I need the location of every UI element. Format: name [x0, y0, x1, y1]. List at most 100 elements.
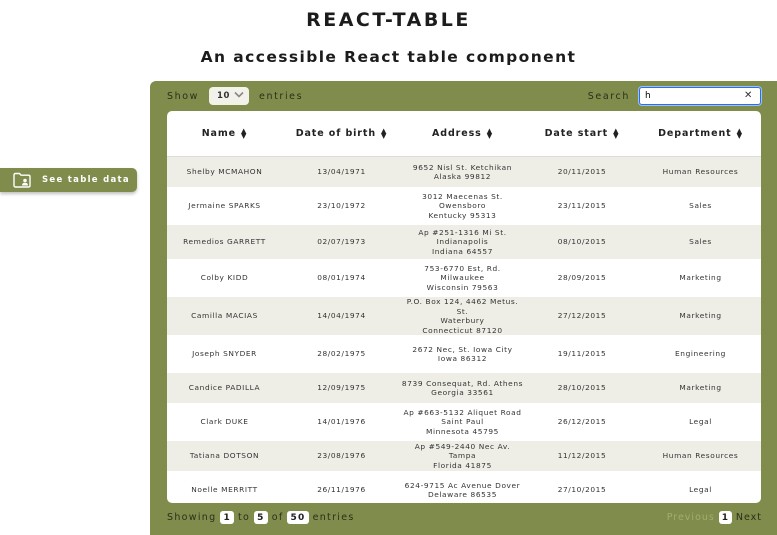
table-row: Camilla MACIAS 14/04/1974 P.O. Box 124, 44…	[167, 297, 761, 335]
cell-date-start: 20/11/2015	[557, 167, 607, 177]
column-header-label: Name	[201, 128, 236, 139]
address-line: Ap #663-5132 Aliquet Road	[403, 407, 522, 417]
total-count: 50	[287, 511, 309, 524]
cell-department: Marketing	[679, 311, 722, 321]
cell-name: Shelby MCMAHON	[186, 167, 263, 177]
cell-name: Candice PADILLA	[188, 383, 261, 393]
address-line: 8739 Consequat, Rd. Athens	[401, 378, 524, 388]
cell-name: Jermaine SPARKS	[188, 201, 261, 211]
entries-suffix: entries	[312, 512, 355, 523]
cell-date-start: 27/12/2015	[557, 311, 607, 321]
see-table-data-label: See table data	[42, 175, 130, 185]
range-to: 5	[254, 511, 268, 524]
cell-address: Ap #549-2440 Nec Av. Tampa Florida 41875	[401, 442, 524, 471]
sort-icon: ▲ ▼	[381, 126, 388, 140]
address-line: P.O. Box 124, 4462 Metus. St.	[406, 297, 519, 316]
page-subtitle: An accessible React table component	[200, 48, 577, 66]
column-header-date-of-birth[interactable]: Date of birth ▲ ▼	[282, 126, 401, 140]
cell-address: 624-9715 Ac Avenue Dover Delaware 86535	[401, 481, 524, 500]
cell-address: 3012 Maecenas St. Owensboro Kentucky 9531…	[401, 192, 524, 221]
table-row: Colby KIDD 08/01/1974 753-6770 Est, Rd. Mi…	[167, 259, 761, 297]
address-line: Ap #549-2440 Nec Av. Tampa	[414, 441, 511, 461]
chevron-down-icon	[234, 91, 244, 101]
cell-date-start: 28/09/2015	[557, 273, 607, 283]
show-label: Show	[167, 90, 200, 102]
table-header: Name ▲ ▼ Date of birth ▲ ▼ Address ▲ ▼ Date…	[167, 111, 761, 157]
page-title: REACT-TABLE	[306, 9, 471, 31]
address-line: Iowa 86312	[437, 354, 488, 363]
table-row: Jermaine SPARKS 23/10/1972 3012 Maecenas S…	[167, 187, 761, 225]
entries-select-value: 10	[217, 91, 230, 101]
cell-address: Ap #663-5132 Aliquet Road Saint Paul Minne…	[401, 408, 524, 437]
folder-user-icon	[12, 170, 32, 190]
address-line: 9652 Nisl St. Ketchikan	[412, 162, 513, 172]
address-line: Kentucky 95313	[428, 210, 497, 220]
cell-date-of-birth: 23/10/1972	[317, 201, 366, 211]
cell-department: Sales	[689, 237, 712, 247]
cell-address: 9652 Nisl St. Ketchikan Alaska 99812	[401, 163, 524, 182]
address-line: Waterbury	[440, 316, 485, 325]
cell-department: Human Resources	[662, 451, 739, 461]
sort-icon: ▲ ▼	[241, 126, 248, 140]
address-line: 753-6770 Est, Rd. Milwaukee	[424, 263, 501, 283]
cell-department: Legal	[689, 417, 712, 427]
column-header-label: Address	[432, 128, 482, 139]
address-line: Minnesota 45795	[425, 426, 499, 436]
table-row: Noelle MERRITT 26/11/1976 624-9715 Ac Aven…	[167, 471, 761, 503]
column-header-department[interactable]: Department ▲ ▼	[640, 126, 761, 140]
address-line: Georgia 33561	[431, 388, 494, 397]
cell-address: Ap #251-1316 Mi St. Indianapolis Indiana 6…	[401, 228, 524, 257]
previous-page-button[interactable]: Previous	[667, 512, 715, 523]
table-panel: Show 10 entries Search ✕ Name ▲▼ Date of…	[150, 81, 777, 535]
table-row: Candice PADILLA 12/09/1975 8739 Consequat,…	[167, 373, 761, 403]
table-row: Joseph SNYDER 28/02/1975 2672 Nec, St. Iow…	[167, 335, 761, 373]
clear-icon[interactable]: ✕	[744, 90, 754, 101]
range-from: 1	[220, 511, 234, 524]
cell-name: Remedios GARRETT	[183, 237, 266, 247]
address-line: Wisconsin 79563	[426, 282, 499, 292]
cell-department: Engineering	[675, 349, 726, 359]
cell-name: Joseph SNYDER	[192, 349, 257, 359]
sort-icon: ▲ ▼	[736, 126, 743, 140]
cell-date-start: 28/10/2015	[557, 383, 607, 393]
page-button-1[interactable]: 1	[718, 511, 732, 524]
cell-date-of-birth: 26/11/1976	[317, 485, 366, 495]
to-label: to	[238, 512, 251, 523]
address-line: 3012 Maecenas St. Owensboro	[422, 191, 503, 211]
cell-date-start: 19/11/2015	[557, 349, 607, 359]
column-header-date-start[interactable]: Date start ▲ ▼	[524, 127, 640, 139]
next-page-button[interactable]: Next	[736, 512, 762, 523]
cell-date-of-birth: 14/04/1974	[317, 311, 366, 321]
column-header-address[interactable]: Address ▲ ▼	[401, 127, 524, 139]
address-line: 624-9715 Ac Avenue Dover	[404, 480, 521, 490]
cell-address: 8739 Consequat, Rd. Athens Georgia 33561	[401, 379, 524, 398]
cell-date-of-birth: 28/02/1975	[317, 349, 366, 359]
column-header-label: Department	[658, 128, 732, 139]
cell-department: Sales	[689, 201, 712, 211]
cell-address: P.O. Box 124, 4462 Metus. St. Waterbury Co…	[401, 297, 524, 335]
showing-label: Showing	[167, 512, 217, 523]
cell-date-of-birth: 02/07/1973	[317, 237, 366, 247]
cell-name: Clark DUKE	[200, 417, 249, 427]
column-header-name[interactable]: Name ▲ ▼	[167, 126, 282, 140]
pagination-info: Showing 1 to 5 of 50 entries	[167, 511, 355, 524]
cell-date-start: 23/11/2015	[557, 201, 607, 211]
search-label: Search	[587, 90, 630, 102]
address-line: Connecticut 87120	[422, 325, 503, 335]
cell-department: Marketing	[679, 383, 722, 393]
column-header-label: Date start	[544, 128, 609, 139]
cell-date-of-birth: 12/09/1975	[317, 383, 366, 393]
entries-label: entries	[259, 90, 304, 102]
cell-department: Marketing	[679, 273, 722, 283]
cell-date-start: 27/10/2015	[557, 485, 607, 495]
entries-select[interactable]: 10	[209, 87, 250, 105]
address-line: Alaska 99812	[433, 172, 492, 181]
show-entries-control: Show 10 entries	[167, 87, 303, 105]
of-label: of	[271, 512, 284, 523]
cell-date-of-birth: 23/08/1976	[317, 451, 366, 461]
column-header-label: Date of birth	[295, 128, 376, 139]
see-table-data-button[interactable]: See table data	[0, 168, 137, 192]
table-row: Remedios GARRETT 02/07/1973 Ap #251-1316 M…	[167, 225, 761, 259]
search-input[interactable]	[640, 88, 760, 104]
address-line: Ap #251-1316 Mi St.	[418, 227, 507, 237]
